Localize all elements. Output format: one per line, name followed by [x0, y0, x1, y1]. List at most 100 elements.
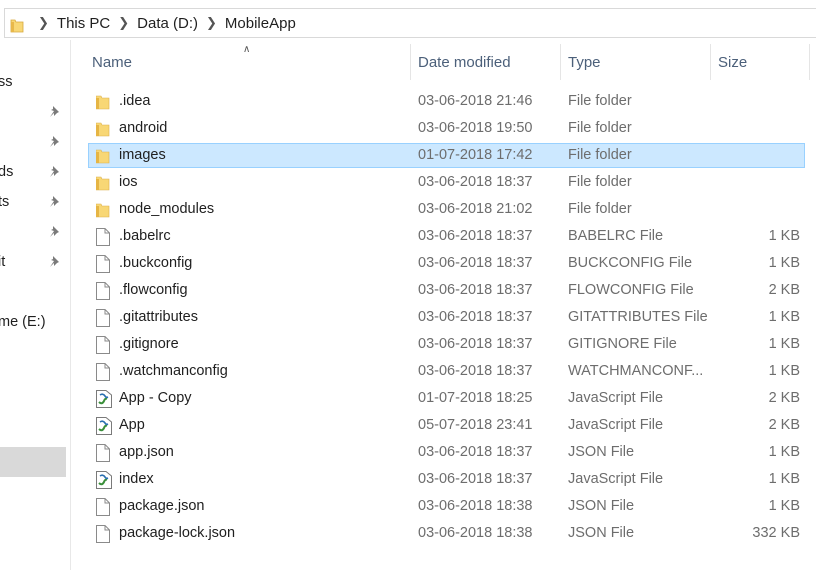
file-row[interactable]: .idea 03-06-2018 21:46 File folder	[0, 88, 816, 115]
breadcrumb-mobileapp[interactable]: MobileApp	[225, 15, 296, 32]
file-name[interactable]: package.json	[119, 493, 204, 520]
file-size: 1 KB	[768, 471, 800, 487]
file-type: JSON File	[568, 498, 635, 514]
file-row[interactable]: app.json 03-06-2018 18:37 JSON File 1 KB	[0, 439, 816, 466]
file-icon	[96, 444, 110, 462]
file-name[interactable]: package-lock.json	[119, 520, 235, 547]
file-date-modified: 05-07-2018 23:41	[418, 417, 533, 433]
breadcrumb-this-pc[interactable]: This PC	[57, 15, 110, 32]
file-type: File folder	[568, 120, 632, 136]
breadcrumb-data-drive[interactable]: Data (D:)	[137, 15, 198, 32]
file-name[interactable]: .buckconfig	[119, 250, 192, 277]
file-row[interactable]: App - Copy 01-07-2018 18:25 JavaScript Fil…	[0, 385, 816, 412]
file-type: GITATTRIBUTES File	[568, 309, 708, 325]
file-type: GITIGNORE File	[568, 336, 677, 352]
column-type[interactable]: Type	[568, 40, 601, 80]
file-date-modified: 03-06-2018 18:37	[418, 282, 533, 298]
file-icon	[96, 525, 110, 543]
column-separator[interactable]	[809, 44, 810, 80]
file-date-modified: 01-07-2018 18:25	[418, 390, 533, 406]
file-row[interactable]: .gitignore 03-06-2018 18:37 GITIGNORE File…	[0, 331, 816, 358]
file-type: BUCKCONFIG File	[568, 255, 693, 271]
file-size: 2 KB	[768, 282, 800, 298]
chevron-right-icon[interactable]: ❯	[118, 15, 129, 31]
file-date-modified: 03-06-2018 19:50	[418, 120, 533, 136]
file-name[interactable]: .babelrc	[119, 223, 171, 250]
file-name[interactable]: ios	[119, 169, 138, 196]
file-date-modified: 03-06-2018 18:37	[418, 471, 533, 487]
file-name[interactable]: images	[119, 142, 166, 169]
file-date-modified: 03-06-2018 21:46	[418, 93, 533, 109]
file-row[interactable]: .watchmanconfig 03-06-2018 18:37 WATCHMANC…	[0, 358, 816, 385]
file-name[interactable]: android	[119, 115, 167, 142]
file-icon	[96, 255, 110, 273]
file-date-modified: 03-06-2018 18:38	[418, 525, 533, 541]
file-icon	[96, 363, 110, 381]
file-name[interactable]: node_modules	[119, 196, 214, 223]
file-row[interactable]: package-lock.json 03-06-2018 18:38 JSON Fi…	[0, 520, 816, 547]
sort-ascending-icon: ∧	[243, 44, 251, 55]
file-type: File folder	[568, 174, 632, 190]
file-icon	[96, 336, 110, 354]
file-row[interactable]: images 01-07-2018 17:42 File folder	[0, 142, 816, 169]
file-row[interactable]: App 05-07-2018 23:41 JavaScript File 2 KB	[0, 412, 816, 439]
file-size: 1 KB	[768, 228, 800, 244]
file-row[interactable]: .buckconfig 03-06-2018 18:37 BUCKCONFIG Fi…	[0, 250, 816, 277]
file-type: WATCHMANCONF...	[568, 363, 704, 379]
file-row[interactable]: .babelrc 03-06-2018 18:37 BABELRC File 1 KB	[0, 223, 816, 250]
file-name[interactable]: app.json	[119, 439, 174, 466]
file-size: 2 KB	[768, 390, 800, 406]
file-icon	[96, 309, 110, 327]
file-size: 1 KB	[768, 363, 800, 379]
file-row[interactable]: .gitattributes 03-06-2018 18:37 GITATTRIBU…	[0, 304, 816, 331]
file-date-modified: 03-06-2018 18:37	[418, 444, 533, 460]
file-row[interactable]: package.json 03-06-2018 18:38 JSON File 1 K…	[0, 493, 816, 520]
column-size[interactable]: Size	[718, 40, 747, 80]
file-date-modified: 03-06-2018 18:37	[418, 336, 533, 352]
file-row[interactable]: .flowconfig 03-06-2018 18:37 FLOWCONFIG Fi…	[0, 277, 816, 304]
file-row[interactable]: android 03-06-2018 19:50 File folder	[0, 115, 816, 142]
js-file-icon	[96, 390, 112, 408]
chevron-right-icon[interactable]: ❯	[38, 15, 49, 31]
file-size: 2 KB	[768, 417, 800, 433]
file-size: 1 KB	[768, 255, 800, 271]
file-type: File folder	[568, 201, 632, 217]
file-name[interactable]: .watchmanconfig	[119, 358, 228, 385]
js-file-icon	[96, 417, 112, 435]
file-date-modified: 01-07-2018 17:42	[418, 147, 533, 163]
file-row[interactable]: node_modules 03-06-2018 21:02 File folder	[0, 196, 816, 223]
file-type: JSON File	[568, 444, 635, 460]
file-date-modified: 03-06-2018 18:37	[418, 174, 533, 190]
file-name[interactable]: .flowconfig	[119, 277, 188, 304]
file-type: JavaScript File	[568, 390, 664, 406]
address-bar[interactable]: ❯ This PC ❯ Data (D:) ❯ MobileApp	[4, 8, 816, 38]
folder-icon	[95, 120, 110, 137]
file-name[interactable]: index	[119, 466, 154, 493]
file-icon	[96, 498, 110, 516]
column-separator[interactable]	[710, 44, 711, 80]
file-icon	[96, 228, 110, 246]
file-name[interactable]: .gitignore	[119, 331, 179, 358]
file-name[interactable]: App	[119, 412, 145, 439]
column-header: ∧ Name Date modified Type Size	[71, 40, 816, 80]
column-separator[interactable]	[410, 44, 411, 80]
folder-icon	[95, 93, 110, 110]
column-date-modified[interactable]: Date modified	[418, 40, 511, 80]
file-name[interactable]: App - Copy	[119, 385, 192, 412]
column-separator[interactable]	[560, 44, 561, 80]
file-type: FLOWCONFIG File	[568, 282, 694, 298]
chevron-right-icon[interactable]: ❯	[206, 15, 217, 31]
file-type: File folder	[568, 147, 632, 163]
file-date-modified: 03-06-2018 21:02	[418, 201, 533, 217]
file-date-modified: 03-06-2018 18:37	[418, 255, 533, 271]
file-name[interactable]: .idea	[119, 88, 150, 115]
file-size: 332 KB	[752, 525, 800, 541]
column-name[interactable]: Name	[92, 40, 132, 80]
file-row[interactable]: index 03-06-2018 18:37 JavaScript File 1 KB	[0, 466, 816, 493]
file-size: 1 KB	[768, 336, 800, 352]
file-name[interactable]: .gitattributes	[119, 304, 198, 331]
file-date-modified: 03-06-2018 18:38	[418, 498, 533, 514]
file-type: JavaScript File	[568, 417, 664, 433]
file-type: JavaScript File	[568, 471, 664, 487]
file-row[interactable]: ios 03-06-2018 18:37 File folder	[0, 169, 816, 196]
